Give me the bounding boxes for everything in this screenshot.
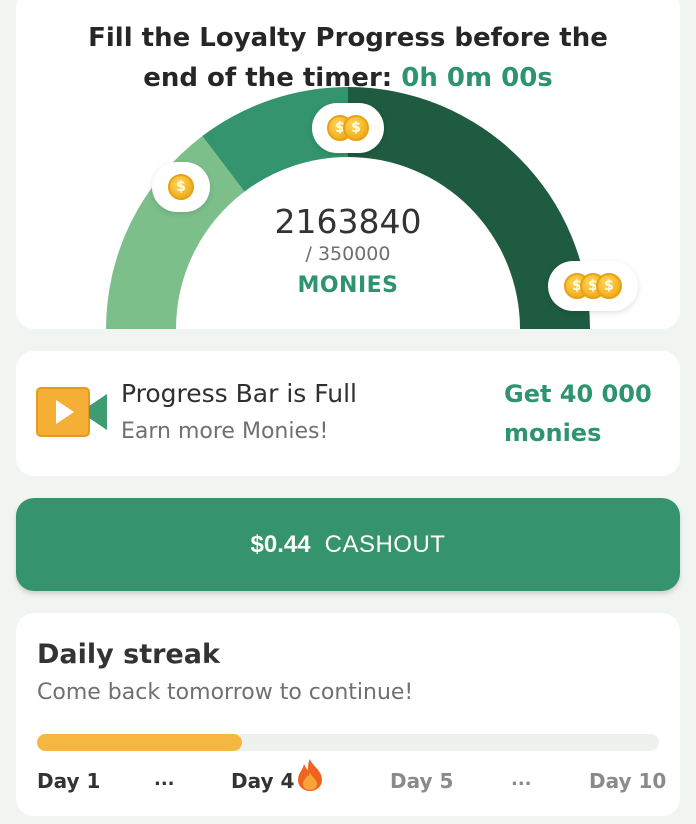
daily-streak-card: Daily streak Come back tomorrow to conti… (16, 613, 680, 816)
headline-line1: Fill the Loyalty Progress before the (88, 23, 608, 53)
gauge-current-value: 2163840 (274, 202, 422, 241)
day-first-label: Day 1 (37, 769, 101, 793)
headline-line2: end of the timer: 0h 0m 00s (16, 58, 680, 98)
streak-progress-fill (37, 734, 243, 751)
cashout-amount: $0.44 (250, 530, 311, 558)
gauge-target-value: / 350000 (305, 243, 391, 265)
two-coins-badge: $ $ (312, 103, 384, 153)
countdown-timer: 0h 0m 00s (401, 63, 553, 93)
reward-link[interactable]: Get 40 000 monies (504, 375, 674, 453)
progress-full-card[interactable]: Progress Bar is Full Earn more Monies! G… (16, 351, 680, 476)
reward-line2: monies (504, 419, 602, 447)
loyalty-gauge-card: Fill the Loyalty Progress before the end… (16, 0, 680, 329)
cashout-label: CASHOUT (324, 530, 446, 558)
gauge-unit-label: MONIES (297, 273, 399, 298)
flame-icon (298, 759, 322, 791)
day-last-label: Day 10 (589, 769, 667, 793)
ellipsis-1: ... (154, 769, 175, 790)
streak-subtitle: Come back tomorrow to continue! (37, 680, 414, 705)
day-current-label: Day 4 (231, 769, 295, 793)
coin-icon: $ (343, 115, 369, 141)
loyalty-headline: Fill the Loyalty Progress before the end… (16, 18, 680, 98)
cashout-button[interactable]: $0.44 CASHOUT (16, 498, 680, 591)
streak-title: Daily streak (37, 639, 220, 670)
headline-line2-text: end of the timer: (143, 63, 393, 93)
streak-progress-track (37, 734, 659, 751)
reward-line1: Get 40 000 (504, 380, 652, 408)
progress-full-subtitle: Earn more Monies! (121, 419, 329, 444)
video-camera-icon (36, 387, 107, 437)
progress-full-title: Progress Bar is Full (121, 379, 357, 408)
coin-icon: $ (168, 174, 194, 200)
day-next-label: Day 5 (390, 769, 454, 793)
ellipsis-2: ... (511, 769, 532, 790)
